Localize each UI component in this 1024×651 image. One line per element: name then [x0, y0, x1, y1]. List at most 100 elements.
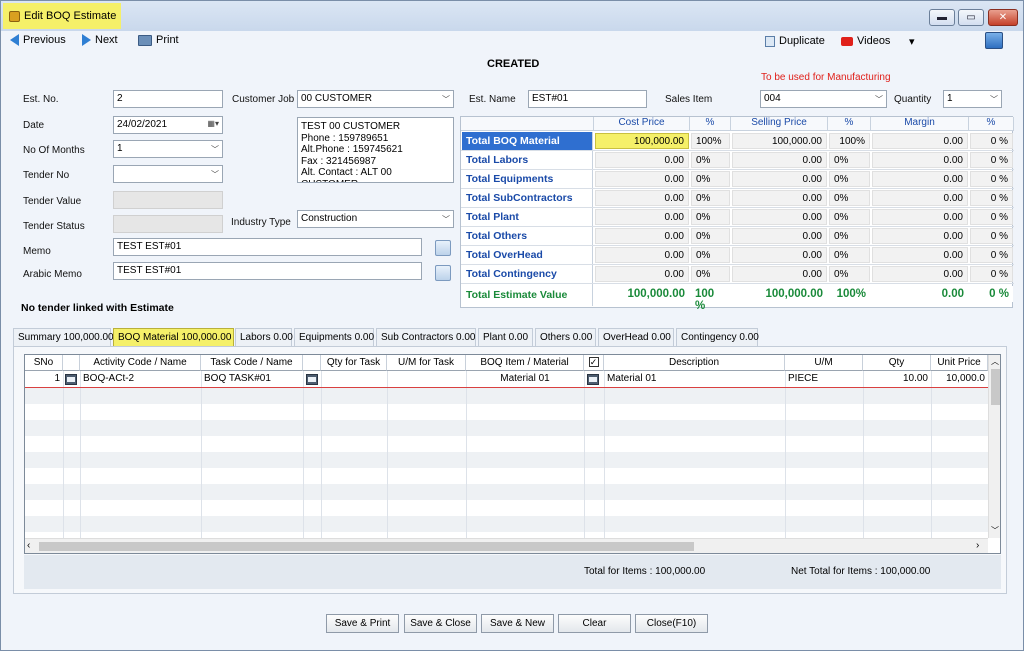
- quantity-label: Quantity: [894, 94, 932, 105]
- horizontal-scrollbar[interactable]: ‹ ›: [25, 538, 988, 553]
- scroll-thumb[interactable]: [39, 542, 694, 551]
- duplicate-button[interactable]: Duplicate: [765, 35, 825, 47]
- lookup-icon[interactable]: [587, 374, 599, 388]
- sno-header[interactable]: SNo: [25, 355, 63, 371]
- selling-pct-cell: 0%: [829, 152, 870, 168]
- tab-others[interactable]: Others 0.00: [535, 328, 596, 346]
- videos-button[interactable]: Videos: [841, 35, 890, 47]
- table-row[interactable]: 1 BOQ-ACt-2 BOQ TASK#01 Material 01 Mate…: [25, 372, 988, 388]
- summary-row[interactable]: Total SubContractors 0.00 0% 0.00 0% 0.0…: [461, 189, 1014, 208]
- task-cell[interactable]: BOQ TASK#01: [201, 372, 303, 387]
- est-no-field[interactable]: 2: [113, 90, 223, 108]
- close-button[interactable]: Close(F10): [635, 614, 708, 633]
- description-cell[interactable]: Material 01: [604, 372, 785, 387]
- est-name-field[interactable]: EST#01: [528, 90, 647, 108]
- arabic-memo-edit-button[interactable]: [435, 265, 451, 281]
- scroll-down-icon[interactable]: ﹀: [990, 525, 1000, 535]
- qty-cell[interactable]: 10.00: [863, 372, 931, 387]
- qty-for-task-header[interactable]: Qty for Task: [321, 355, 387, 371]
- cost-price-cell[interactable]: 100,000.00: [595, 133, 689, 149]
- column-divider: [604, 371, 605, 539]
- summary-row[interactable]: Total BOQ Material 100,000.00 100% 100,0…: [461, 132, 1014, 151]
- previous-button[interactable]: Previous: [10, 34, 66, 46]
- selling-price-cell: 0.00: [732, 209, 827, 225]
- unit-price-cell[interactable]: 10,000.0: [931, 372, 988, 387]
- summary-row[interactable]: Total Equipments 0.00 0% 0.00 0% 0.00 0 …: [461, 170, 1014, 189]
- date-picker[interactable]: 24/02/2021 ▦▾: [113, 116, 223, 134]
- margin-pct-cell: 0 %: [970, 152, 1013, 168]
- cost-pct-cell: 0%: [691, 266, 730, 282]
- cost-price-cell: 0.00: [595, 190, 689, 206]
- summary-row[interactable]: Total Others 0.00 0% 0.00 0% 0.00 0 %: [461, 227, 1014, 246]
- save-print-button[interactable]: Save & Print: [326, 614, 399, 633]
- activity-header[interactable]: Activity Code / Name: [80, 355, 201, 371]
- qty-header[interactable]: Qty: [863, 355, 931, 371]
- print-button[interactable]: Print: [138, 34, 179, 46]
- tab-labors[interactable]: Labors 0.00: [235, 328, 293, 346]
- selling-pct-cell: 0%: [829, 266, 870, 282]
- tab-plant[interactable]: Plant 0.00: [478, 328, 533, 346]
- customer-info-line: Fax : 321456987: [301, 155, 377, 167]
- save-close-button[interactable]: Save & Close: [404, 614, 477, 633]
- tender-no-select[interactable]: ﹀: [113, 165, 223, 183]
- um-for-task-header[interactable]: U/M for Task: [387, 355, 466, 371]
- quantity-select[interactable]: 1 ﹀: [943, 90, 1002, 108]
- um-cell[interactable]: PIECE: [785, 372, 863, 387]
- um-header[interactable]: U/M: [785, 355, 863, 371]
- videos-dropdown-button[interactable]: ▾: [909, 35, 915, 48]
- sales-item-select[interactable]: 004 ﹀: [760, 90, 887, 108]
- selling-price-cell: 0.00: [732, 266, 827, 282]
- scroll-left-icon[interactable]: ‹: [27, 540, 30, 551]
- summary-row[interactable]: Total Contingency 0.00 0% 0.00 0% 0.00 0…: [461, 265, 1014, 284]
- tab-summary[interactable]: Summary 100,000.00: [13, 328, 114, 346]
- select-all-header[interactable]: ✓: [584, 355, 604, 371]
- cost-pct-header: %: [690, 117, 731, 131]
- summary-row[interactable]: Total Labors 0.00 0% 0.00 0% 0.00 0 %: [461, 151, 1014, 170]
- totals-bar: Total for Items : 100,000.00 Net Total f…: [24, 555, 1001, 589]
- caret-down-icon: ▾: [909, 36, 915, 48]
- tab-contingency[interactable]: Contingency 0.00: [676, 328, 759, 346]
- tab-boq-material[interactable]: BOQ Material 100,000.00: [113, 328, 234, 346]
- no-tender-message: No tender linked with Estimate: [21, 302, 174, 314]
- memo-label: Memo: [23, 246, 51, 257]
- customer-job-select[interactable]: 00 CUSTOMER ﹀: [297, 90, 454, 108]
- margin-cell: 0.00: [872, 247, 968, 263]
- close-window-button[interactable]: ✕: [988, 9, 1018, 26]
- tab-sub-contractors[interactable]: Sub Contractors 0.00: [376, 328, 476, 346]
- scroll-thumb[interactable]: [991, 369, 1000, 405]
- boq-item-cell[interactable]: Material 01: [466, 372, 584, 387]
- memo-edit-button[interactable]: [435, 240, 451, 256]
- no-of-months-select[interactable]: 1 ﹀: [113, 140, 223, 158]
- maximize-button[interactable]: ▭: [958, 9, 984, 26]
- qty-for-task-cell[interactable]: [321, 372, 387, 387]
- checkbox-icon[interactable]: ✓: [588, 357, 599, 367]
- unit-price-header[interactable]: Unit Price: [931, 355, 988, 371]
- memo-field[interactable]: TEST EST#01: [113, 238, 422, 256]
- column-divider: [863, 371, 864, 539]
- clear-button[interactable]: Clear: [558, 614, 631, 633]
- vertical-scrollbar[interactable]: ︿ ﹀: [988, 355, 1000, 538]
- industry-type-select[interactable]: Construction ﹀: [297, 210, 454, 228]
- scroll-up-icon[interactable]: ︿: [990, 356, 1000, 366]
- tab-equipments[interactable]: Equipments 0.00: [294, 328, 374, 346]
- title-bar: Edit BOQ Estimate ▬ ▭ ✕: [1, 1, 1023, 31]
- minimize-button[interactable]: ▬: [929, 9, 955, 26]
- description-header[interactable]: Description: [604, 355, 785, 371]
- activity-cell[interactable]: BOQ-ACt-2: [80, 372, 201, 387]
- save-new-button[interactable]: Save & New: [481, 614, 554, 633]
- arabic-memo-field[interactable]: TEST EST#01: [113, 262, 422, 280]
- next-button[interactable]: Next: [82, 34, 118, 46]
- boq-item-header[interactable]: BOQ Item / Material: [466, 355, 584, 371]
- lookup-icon[interactable]: [306, 374, 318, 388]
- lookup-icon[interactable]: [65, 374, 77, 388]
- selling-pct-cell: 0%: [829, 190, 870, 206]
- tab-overhead[interactable]: OverHead 0.00: [598, 328, 674, 346]
- task-header[interactable]: Task Code / Name: [201, 355, 303, 371]
- selling-price-cell: 0.00: [732, 190, 827, 206]
- scroll-right-icon[interactable]: ›: [976, 540, 979, 551]
- cost-price-cell: 0.00: [595, 209, 689, 225]
- summary-row[interactable]: Total Plant 0.00 0% 0.00 0% 0.00 0 %: [461, 208, 1014, 227]
- um-for-task-cell[interactable]: [387, 372, 466, 387]
- summary-row[interactable]: Total OverHead 0.00 0% 0.00 0% 0.00 0 %: [461, 246, 1014, 265]
- restore-panel-button[interactable]: [985, 32, 1003, 49]
